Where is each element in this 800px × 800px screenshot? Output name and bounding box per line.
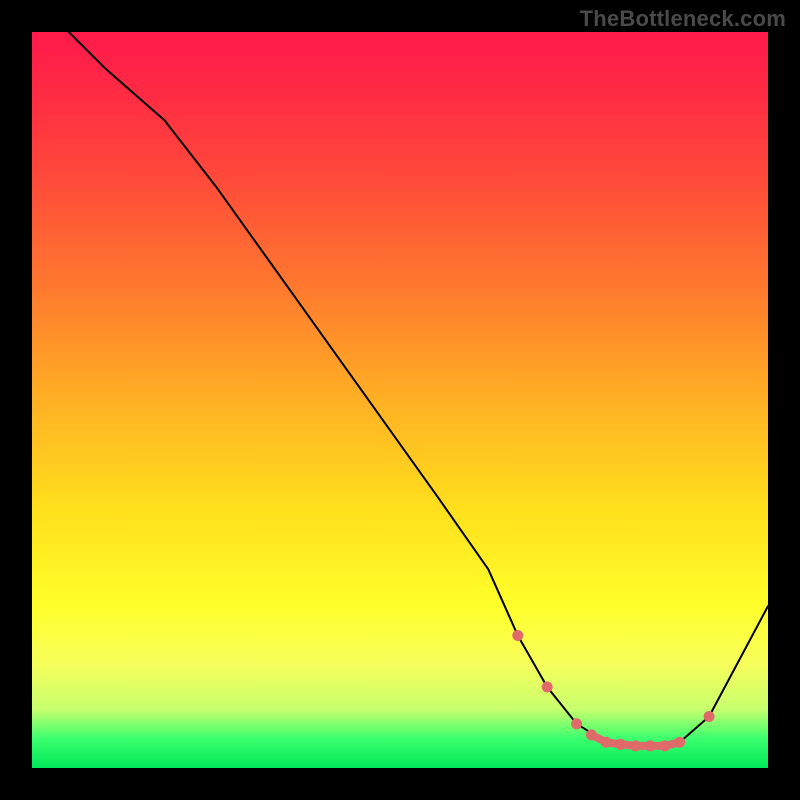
chart-frame: TheBottleneck.com [0,0,800,800]
curve-marker [645,741,655,751]
curve-marker [660,741,670,751]
curve-marker [572,719,582,729]
watermark-text: TheBottleneck.com [580,6,786,32]
curve-marker [704,712,714,722]
curve-marker [631,741,641,751]
marker-group [513,631,714,751]
plot-svg [32,32,768,768]
curve-marker [601,737,611,747]
curve-marker [675,737,685,747]
curve-marker [586,730,596,740]
bottleneck-curve [69,32,768,746]
plot-area [32,32,768,768]
curve-marker [542,682,552,692]
curve-marker [616,739,626,749]
curve-marker [513,631,523,641]
